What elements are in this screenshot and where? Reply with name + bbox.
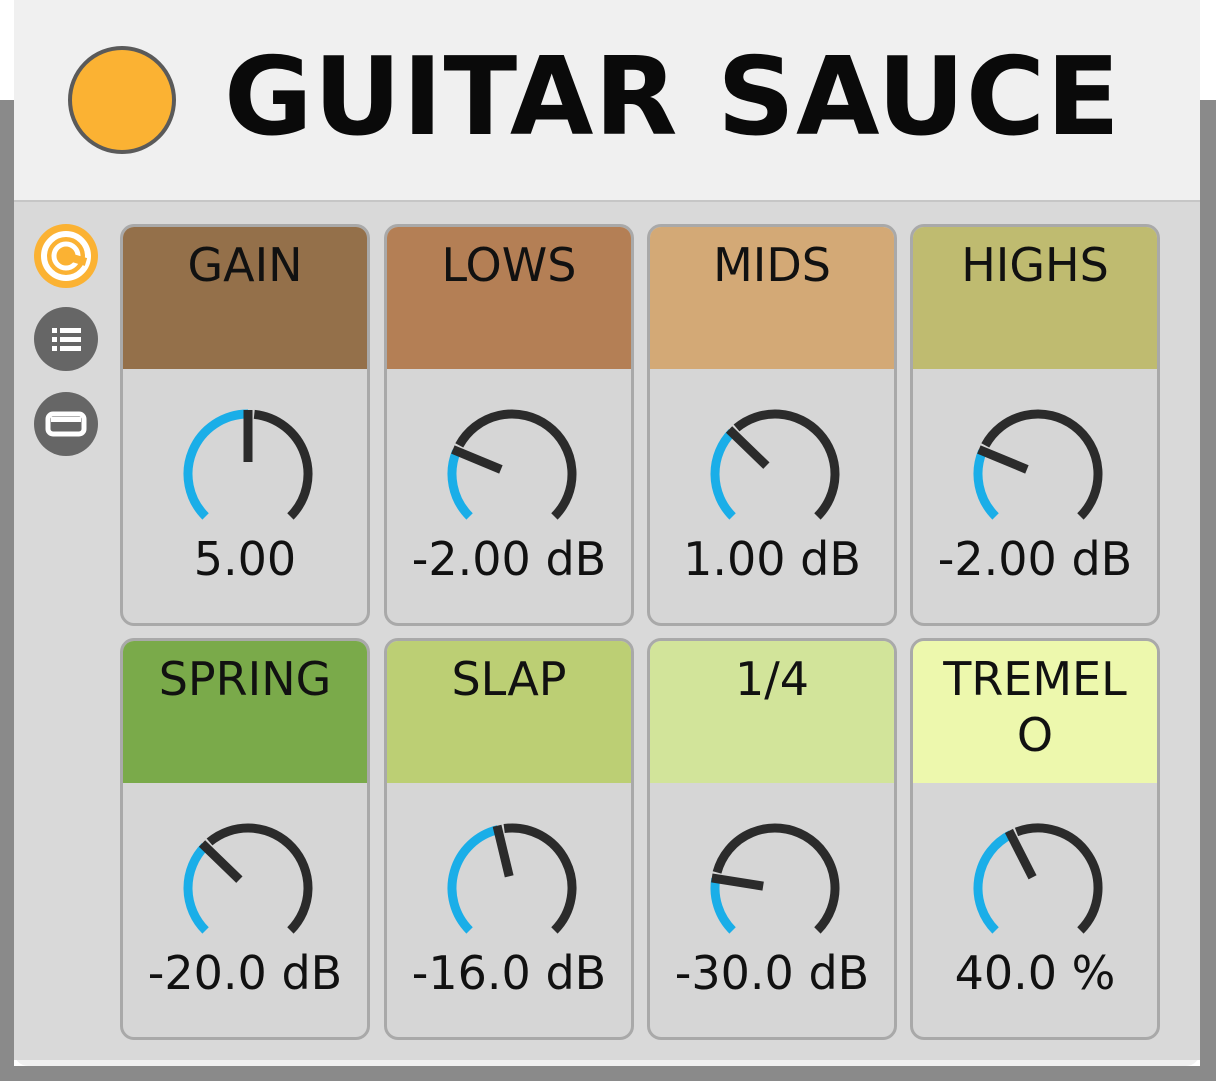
knob-pointer (1004, 828, 1037, 880)
macro-header[interactable]: SLAP (387, 641, 631, 783)
macro-value: -2.00 dB (937, 532, 1133, 586)
knob-pointer (198, 840, 243, 883)
macro-panel: GAIN 5.00 LOWS -2.00 dB MIDS 1.00 dB HIGHS -2.0… (14, 200, 1200, 1060)
backdrop (0, 1066, 1216, 1081)
knob-value-arc (447, 825, 500, 934)
macro-list-button[interactable] (34, 307, 98, 371)
macro-value: -16.0 dB (411, 946, 607, 1000)
macro-knob[interactable] (437, 813, 587, 963)
macro-header[interactable]: SPRING (123, 641, 367, 783)
backdrop (1200, 100, 1216, 1081)
macro-header[interactable]: 1/4 (650, 641, 894, 783)
device-power-toggle[interactable] (68, 46, 176, 154)
macro-value: 40.0 % (954, 946, 1116, 1000)
macro-knob[interactable] (963, 399, 1113, 549)
macro-spring[interactable]: SPRING -20.0 dB (120, 638, 370, 1040)
knob-value-arc (183, 843, 209, 934)
macro-slap[interactable]: SLAP -16.0 dB (384, 638, 634, 1040)
macro-value: -30.0 dB (674, 946, 870, 1000)
knob-pointer (492, 824, 514, 878)
knob-track-arc (981, 409, 1103, 520)
macro-label: MIDS (713, 238, 831, 292)
macro-label: SLAP (451, 652, 567, 706)
macro-label: 1/4 (734, 652, 810, 706)
hot-swap-button[interactable] (34, 224, 98, 288)
knob-value-arc (183, 409, 249, 520)
knob-pointer (977, 445, 1029, 474)
knob-track-arc (455, 409, 577, 520)
knob-value-arc (710, 429, 736, 520)
collapse-icon (45, 411, 87, 437)
backdrop (0, 100, 14, 1081)
macro-value: 5.00 (193, 532, 297, 586)
macro-quarter[interactable]: 1/4 -30.0 dB (647, 638, 897, 1040)
macro-knob[interactable] (173, 813, 323, 963)
macro-label: SPRING (158, 652, 332, 706)
macro-knob[interactable] (963, 813, 1113, 963)
knob-value-arc (447, 449, 473, 520)
macro-knob[interactable] (437, 399, 587, 549)
knob-value-arc (973, 830, 1013, 934)
knob-pointer (451, 445, 503, 474)
macro-label: GAIN (187, 238, 303, 292)
device-title: GUITAR SAUCE (224, 35, 1121, 160)
knob-value-arc (710, 877, 736, 934)
knob-track-arc (206, 823, 313, 934)
knob-pointer (725, 426, 770, 469)
macro-value: -2.00 dB (411, 532, 607, 586)
macro-label: HIGHS (961, 238, 1109, 292)
knob-track-arc (253, 409, 313, 520)
macro-lows[interactable]: LOWS -2.00 dB (384, 224, 634, 626)
macro-header[interactable]: HIGHS (913, 227, 1157, 369)
macro-knob[interactable] (700, 813, 850, 963)
knob-track-arc (503, 823, 577, 934)
macro-knob[interactable] (700, 399, 850, 549)
hot-swap-icon (41, 231, 91, 281)
macro-gain[interactable]: GAIN 5.00 (120, 224, 370, 626)
macro-mids[interactable]: MIDS 1.00 dB (647, 224, 897, 626)
macro-highs[interactable]: HIGHS -2.00 dB (910, 224, 1160, 626)
macro-header[interactable]: GAIN (123, 227, 367, 369)
macro-knob[interactable] (173, 399, 323, 549)
knob-value-arc (973, 449, 999, 520)
macro-label: TREMELO (943, 652, 1127, 762)
macro-tremelo[interactable]: TREMELO 40.0 % (910, 638, 1160, 1040)
device-rack: GUITAR SAUCE GAIN 5.00 LOWS -2.00 dB MID… (14, 0, 1200, 1066)
macro-value: 1.00 dB (683, 532, 861, 586)
macro-label: LOWS (441, 238, 577, 292)
macro-header[interactable]: LOWS (387, 227, 631, 369)
collapse-button[interactable] (34, 392, 98, 456)
macro-header[interactable]: TREMELO (913, 641, 1157, 783)
macro-header[interactable]: MIDS (650, 227, 894, 369)
macro-value: -20.0 dB (147, 946, 343, 1000)
knob-track-arc (733, 409, 840, 520)
list-icon (52, 328, 81, 351)
device-title-bar[interactable]: GUITAR SAUCE (14, 0, 1200, 198)
